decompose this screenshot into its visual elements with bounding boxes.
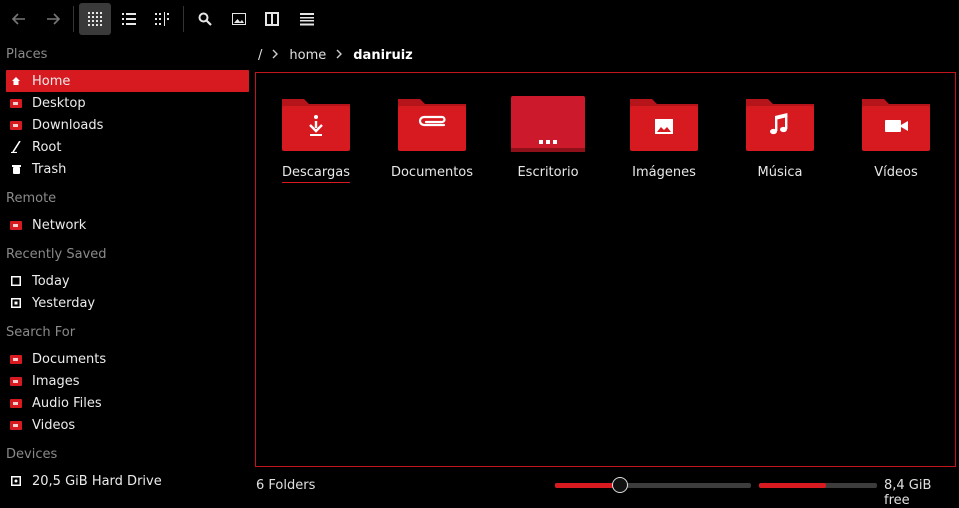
sidebar-item-label: Documents	[32, 351, 107, 367]
search-icon	[198, 12, 212, 26]
videos-folder-icon	[10, 420, 22, 430]
sidebar-item-today[interactable]: Today	[6, 270, 249, 292]
images-folder-icon	[626, 95, 702, 153]
chevron-right-icon	[336, 48, 343, 63]
toolbar	[0, 0, 959, 36]
chevron-right-icon	[272, 48, 279, 63]
file-view[interactable]: Descargas Documentos Escritorio Imágenes…	[255, 72, 956, 467]
list-view-button[interactable]	[113, 3, 145, 35]
images-folder-icon	[10, 376, 22, 386]
folder-label: Escritorio	[517, 165, 579, 180]
desktop-folder-icon	[510, 95, 586, 153]
sidebar-item-desktop[interactable]: Desktop	[6, 92, 249, 114]
toolbar-separator	[73, 6, 74, 32]
grid-view-button[interactable]	[79, 3, 111, 35]
folder-label: Imágenes	[632, 165, 696, 180]
home-icon	[10, 76, 22, 86]
sidebar-item-videos[interactable]: Videos	[6, 414, 249, 436]
split-view-icon	[265, 12, 279, 26]
list-view-icon	[122, 13, 136, 25]
sidebar-item-label: Downloads	[32, 117, 104, 133]
documents-folder-icon	[394, 95, 470, 153]
sidebar-item-label: Yesterday	[32, 295, 96, 311]
image-preview-icon	[232, 13, 246, 25]
trash-icon	[10, 164, 22, 174]
breadcrumb-home[interactable]: home	[289, 48, 326, 63]
sidebar-item-root[interactable]: Root	[6, 136, 249, 158]
music-folder-icon	[742, 95, 818, 153]
breadcrumb-current[interactable]: daniruiz	[353, 48, 412, 63]
folder-label: Documentos	[390, 165, 474, 180]
downloads-folder-icon	[278, 95, 354, 153]
desktop-folder-icon	[10, 98, 22, 108]
disk-usage-bar	[759, 483, 877, 488]
grid-view-icon	[88, 12, 102, 26]
sidebar-item-label: Audio Files	[32, 395, 102, 411]
toolbar-separator	[183, 6, 184, 32]
audio-folder-icon	[10, 398, 22, 408]
sidebar: Places Home Desktop Downloads Root Trash…	[0, 40, 252, 500]
back-button[interactable]	[3, 3, 35, 35]
videos-folder-icon	[858, 95, 934, 153]
folder-item-musica[interactable]: Música	[725, 95, 835, 180]
sidebar-item-label: Home	[32, 73, 71, 89]
split-view-button[interactable]	[256, 3, 288, 35]
folder-label: Música	[757, 165, 803, 180]
sidebar-item-network[interactable]: Network	[6, 214, 249, 236]
zoom-slider-handle[interactable]	[611, 477, 628, 493]
sidebar-item-label: Today	[32, 273, 70, 289]
network-folder-icon	[10, 220, 22, 230]
sidebar-item-label: Desktop	[32, 95, 86, 111]
folder-label: Descargas	[281, 165, 350, 183]
sidebar-item-downloads[interactable]: Downloads	[6, 114, 249, 136]
folder-item-videos[interactable]: Vídeos	[841, 95, 951, 180]
folder-label: Vídeos	[874, 165, 918, 180]
menu-button[interactable]	[291, 3, 323, 35]
folder-item-escritorio[interactable]: Escritorio	[493, 95, 603, 180]
disk-usage-fill	[759, 483, 827, 488]
forward-button[interactable]	[37, 3, 69, 35]
zoom-slider-fill	[555, 483, 620, 488]
free-space-label: 8,4 GiB free	[884, 478, 932, 508]
breadcrumb: / home daniruiz	[258, 44, 413, 66]
folder-count: 6 Folders	[256, 478, 316, 493]
sidebar-item-trash[interactable]: Trash	[6, 158, 249, 180]
devices-header: Devices	[6, 447, 58, 462]
sidebar-item-images[interactable]: Images	[6, 370, 249, 392]
folder-item-imagenes[interactable]: Imágenes	[609, 95, 719, 180]
folder-item-descargas[interactable]: Descargas	[261, 95, 371, 183]
search-button[interactable]	[189, 3, 221, 35]
zoom-slider[interactable]	[555, 477, 751, 493]
sidebar-item-label: Network	[32, 217, 87, 233]
search-for-header: Search For	[6, 325, 76, 340]
downloads-folder-icon	[10, 120, 22, 130]
root-icon	[10, 141, 22, 153]
column-view-button[interactable]	[146, 3, 178, 35]
sidebar-item-label: Root	[32, 139, 62, 155]
sidebar-item-label: Videos	[32, 417, 76, 433]
sidebar-item-yesterday[interactable]: Yesterday	[6, 292, 249, 314]
sidebar-item-audio-files[interactable]: Audio Files	[6, 392, 249, 414]
calendar-yesterday-icon	[10, 298, 22, 308]
breadcrumb-root[interactable]: /	[258, 48, 262, 63]
calendar-today-icon	[10, 276, 22, 286]
folder-item-documentos[interactable]: Documentos	[377, 95, 487, 180]
remote-header: Remote	[6, 191, 57, 206]
column-view-icon	[155, 12, 169, 26]
recently-saved-header: Recently Saved	[6, 247, 107, 262]
sidebar-item-label: Trash	[32, 161, 67, 177]
sidebar-item-home[interactable]: Home	[6, 70, 249, 92]
sidebar-item-documents[interactable]: Documents	[6, 348, 249, 370]
documents-folder-icon	[10, 354, 22, 364]
sidebar-item-label: Images	[32, 373, 80, 389]
menu-icon	[300, 12, 314, 25]
places-header: Places	[6, 47, 48, 62]
image-preview-button[interactable]	[223, 3, 255, 35]
back-arrow-icon	[11, 13, 25, 25]
forward-arrow-icon	[47, 13, 61, 25]
